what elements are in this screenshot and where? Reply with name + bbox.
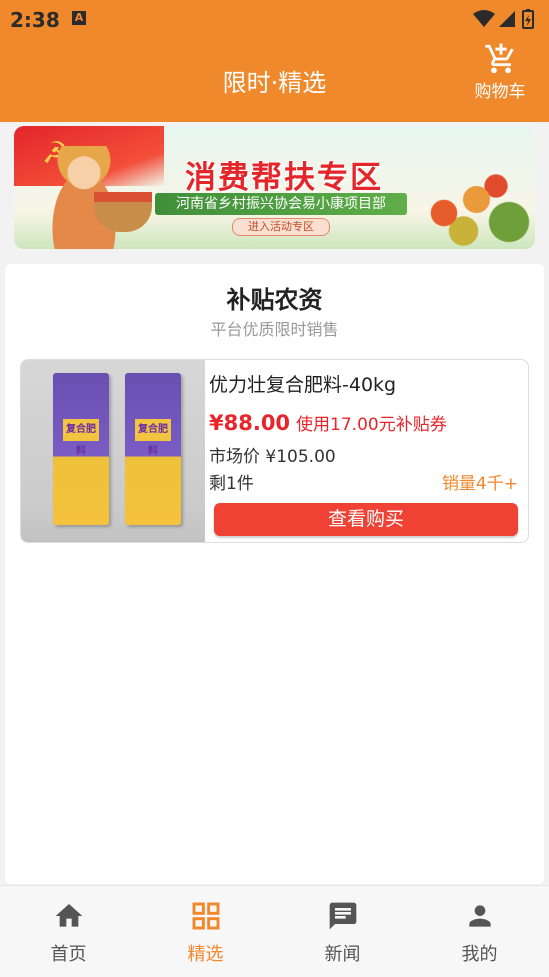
cart-button[interactable]: 购物车 xyxy=(465,40,535,122)
status-time: 2:38 xyxy=(10,8,60,32)
basket-illustration xyxy=(94,192,152,232)
product-price: ¥88.00 xyxy=(209,411,291,435)
nav-item-news[interactable]: 新闻 xyxy=(274,886,411,977)
a-icon: A xyxy=(72,11,86,25)
banner-title: 消费帮扶专区 xyxy=(185,160,383,196)
bag-label: 复合肥料 xyxy=(135,419,171,457)
section-subtitle: 平台优质限时销售 xyxy=(210,320,339,339)
section-title: 补贴农资 xyxy=(226,286,323,314)
status-bar: 2:38 A xyxy=(0,0,549,40)
product-image: 复合肥料 复合肥料 xyxy=(21,360,205,542)
grid-icon xyxy=(192,902,220,930)
product-name: 优力壮复合肥料-40kg xyxy=(209,374,397,396)
product-card[interactable]: 复合肥料 复合肥料 优力壮复合肥料-40kg ¥88.00 使用17.00元补贴券… xyxy=(20,359,529,543)
nav-label: 首页 xyxy=(50,944,87,965)
person-icon xyxy=(469,905,491,927)
status-icons xyxy=(473,9,534,29)
cart-label: 购物车 xyxy=(474,82,526,102)
market-price: 市场价 ¥105.00 xyxy=(209,447,336,467)
home-icon xyxy=(55,904,83,927)
promo-banner[interactable]: ☭ 消费帮扶专区 河南省乡村振兴协会易小康项目部 进入活动专区 xyxy=(14,126,535,249)
fertilizer-bag-image: 复合肥料 xyxy=(125,373,181,525)
banner-cta-button[interactable]: 进入活动专区 xyxy=(232,218,330,236)
main-card: 补贴农资 平台优质限时销售 复合肥料 复合肥料 优力壮复合肥料-40kg ¥88… xyxy=(5,264,544,884)
subsidy-text: 使用17.00元补贴券 xyxy=(296,415,447,435)
vegetables-illustration xyxy=(405,159,535,249)
nav-item-home[interactable]: 首页 xyxy=(0,886,137,977)
stock-count: 剩1件 xyxy=(209,474,254,494)
nav-label: 我的 xyxy=(461,944,498,965)
sales-count: 销量4千+ xyxy=(441,474,518,494)
view-buy-button[interactable]: 查看购买 xyxy=(214,503,518,536)
fertilizer-bag-image: 复合肥料 xyxy=(53,373,109,525)
message-icon xyxy=(329,902,357,930)
nav-item-featured[interactable]: 精选 xyxy=(137,886,274,977)
nav-label: 精选 xyxy=(187,944,224,965)
banner-subtitle: 河南省乡村振兴协会易小康项目部 xyxy=(155,193,407,215)
bag-label: 复合肥料 xyxy=(63,419,99,457)
nav-item-mine[interactable]: 我的 xyxy=(411,886,548,977)
price-row: ¥88.00 使用17.00元补贴券 xyxy=(209,410,447,435)
bottom-nav: 首页 精选 新闻 我的 xyxy=(0,885,549,977)
nav-label: 新闻 xyxy=(324,944,361,965)
cart-icon xyxy=(485,43,514,74)
app-bar: 限时·精选 购物车 xyxy=(0,40,549,122)
